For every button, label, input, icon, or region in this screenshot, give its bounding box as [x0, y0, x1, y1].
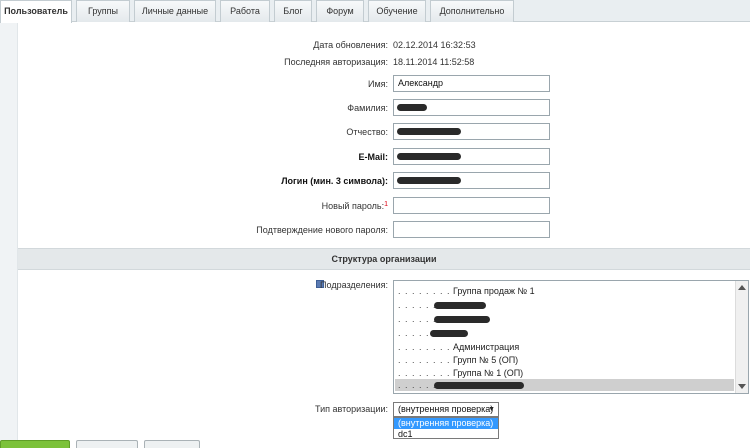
lastname-field[interactable]	[393, 99, 550, 116]
chevron-down-icon: ▼	[488, 406, 495, 413]
department-name: Групп № 5 (ОП)	[453, 355, 519, 365]
redaction-mark	[397, 153, 461, 160]
tab-label: Обучение	[376, 6, 418, 16]
tab-work[interactable]: Работа	[220, 0, 270, 22]
department-name: Группа продаж № 1	[453, 286, 535, 296]
new-password-field[interactable]	[393, 197, 550, 214]
last-auth-value: 18.11.2014 11:52:58	[393, 57, 475, 67]
org-structure-header: Структура организации	[18, 248, 750, 270]
indent-dots: . . . . . . . .	[398, 342, 451, 352]
auth-type-dropdown: (внутренняя проверка) dc1	[393, 417, 499, 439]
tab-label: Блог	[283, 6, 303, 16]
indent-dots: . . . . . . . .	[398, 355, 451, 365]
redaction-mark	[397, 104, 427, 111]
tab-personal[interactable]: Личные данные	[134, 0, 216, 22]
departments-label: Подразделения:	[320, 280, 388, 290]
confirm-password-field[interactable]	[393, 221, 550, 238]
login-field[interactable]	[393, 172, 550, 189]
department-name: Администрация	[453, 342, 520, 352]
lastname-label: Фамилия:	[347, 103, 388, 113]
indent-dots: . . . . . . . .	[398, 286, 451, 296]
section-title: Структура организации	[331, 254, 437, 264]
name-label: Имя:	[367, 79, 388, 89]
department-name: Группа № 1 (ОП)	[453, 368, 524, 378]
list-item[interactable]: . . . . . . . . Групп № 5 (ОП)	[398, 355, 518, 365]
required-mark: 1	[384, 201, 388, 208]
tab-label: Форум	[326, 6, 354, 16]
side-strip	[0, 23, 18, 448]
redaction-mark	[434, 302, 486, 309]
tab-bar: Пользователь Группы Личные данные Работа…	[0, 0, 750, 23]
list-item[interactable]: . . . . . . . . Группа продаж № 1	[398, 286, 535, 296]
tab-label: Пользователь	[4, 6, 68, 16]
redaction-mark	[397, 128, 461, 135]
name-field[interactable]: Александр	[393, 75, 550, 92]
patronymic-label: Отчество:	[346, 127, 388, 137]
apply-button[interactable]	[76, 440, 138, 448]
tab-user[interactable]: Пользователь	[0, 0, 72, 23]
email-field[interactable]	[393, 148, 550, 165]
new-password-label-text: Новый пароль:	[321, 201, 385, 211]
tab-additional[interactable]: Дополнительно	[430, 0, 514, 22]
auth-type-select[interactable]: (внутренняя проверка) ▼	[393, 402, 499, 417]
scroll-down-icon[interactable]	[738, 384, 746, 389]
last-auth-label: Последняя авторизация:	[284, 57, 388, 67]
redaction-mark	[397, 177, 461, 184]
tab-label: Личные данные	[141, 6, 209, 16]
redaction-mark	[434, 382, 524, 389]
indent-dots: . . . . . . . .	[398, 368, 451, 378]
tab-label: Дополнительно	[439, 6, 505, 16]
tab-label: Работа	[230, 6, 260, 16]
auth-type-value: (внутренняя проверка)	[398, 404, 494, 414]
patronymic-field[interactable]	[393, 123, 550, 140]
tab-blog[interactable]: Блог	[274, 0, 312, 22]
auth-option[interactable]: dc1	[394, 429, 498, 440]
auth-type-label: Тип авторизации:	[315, 404, 388, 414]
new-password-label: Новый пароль:1	[322, 201, 388, 211]
departments-listbox[interactable]: . . . . . . . . Группа продаж № 1 . . . …	[393, 280, 749, 394]
scroll-up-icon[interactable]	[738, 285, 746, 290]
cancel-button[interactable]	[144, 440, 200, 448]
auth-option[interactable]: (внутренняя проверка)	[394, 418, 498, 429]
tab-forum[interactable]: Форум	[316, 0, 364, 22]
listbox-scrollbar[interactable]	[735, 281, 748, 393]
confirm-password-label: Подтверждение нового пароля:	[256, 225, 388, 235]
login-label: Логин (мин. 3 символа):	[281, 176, 388, 186]
tab-label: Группы	[88, 6, 118, 16]
list-item[interactable]: . . . . . . . . Администрация	[398, 342, 519, 352]
tab-learning[interactable]: Обучение	[368, 0, 426, 22]
tab-groups[interactable]: Группы	[76, 0, 130, 22]
redaction-mark	[434, 316, 490, 323]
email-label: E-Mail:	[358, 152, 388, 162]
list-item[interactable]: . . . . . . . . Группа № 1 (ОП)	[398, 368, 523, 378]
redaction-mark	[430, 330, 468, 337]
updated-value: 02.12.2014 16:32:53	[393, 40, 476, 50]
save-button[interactable]	[0, 440, 70, 448]
updated-label: Дата обновления:	[313, 40, 388, 50]
